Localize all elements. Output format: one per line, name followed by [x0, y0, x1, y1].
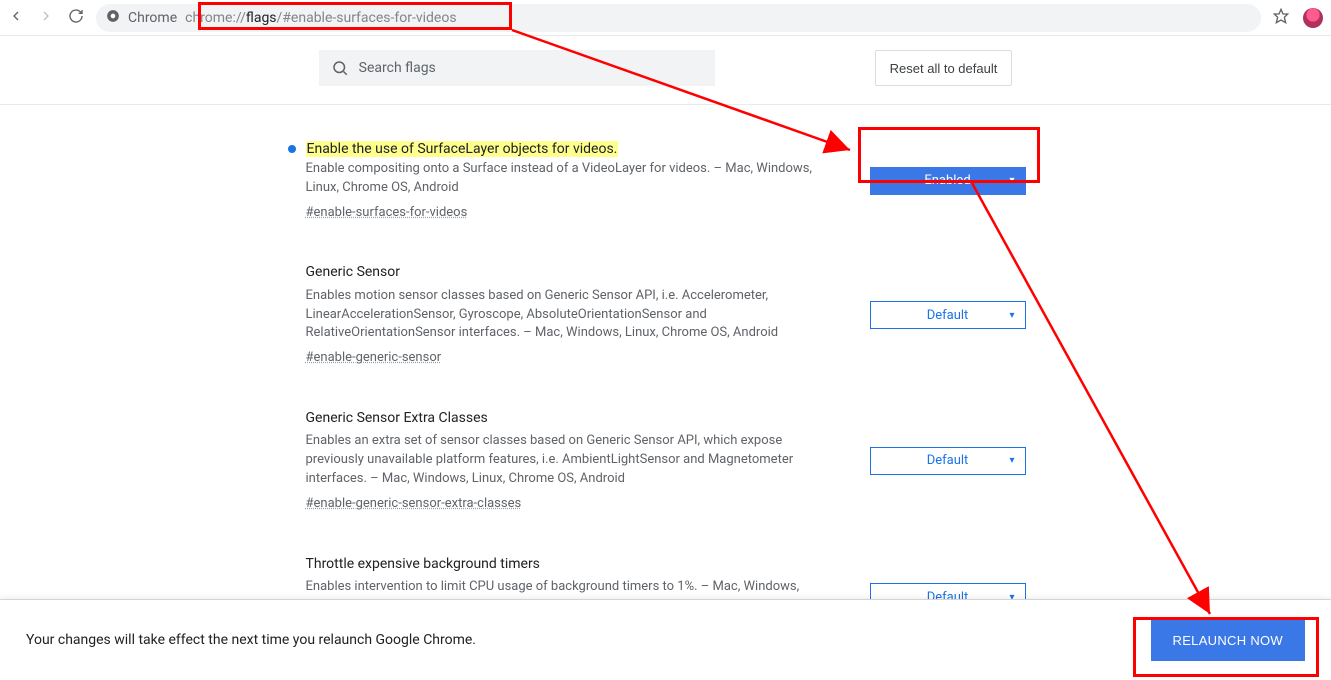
url-text: chrome://flags/#enable-surfaces-for-vide…	[185, 10, 456, 26]
footer-bar: Your changes will take effect the next t…	[0, 600, 1331, 680]
site-label: Chrome	[128, 10, 177, 26]
flag-select[interactable]: Enabled	[870, 167, 1026, 195]
flag-select[interactable]: Default	[870, 583, 1026, 600]
flag-select-wrap: Enabled	[870, 167, 1026, 195]
back-icon[interactable]	[8, 8, 24, 28]
forward-icon[interactable]	[38, 8, 54, 28]
flag-description: Enables motion sensor classes based on G…	[306, 287, 830, 344]
flag-item: Generic Sensor Enables motion sensor clas…	[306, 248, 1026, 394]
flag-text: Generic Sensor Extra Classes Enables an e…	[306, 408, 830, 514]
top-row: Search flags Reset all to default	[0, 36, 1331, 105]
site-icon	[106, 9, 120, 27]
right-icons	[1273, 8, 1323, 28]
flag-item: Enable the use of SurfaceLayer objects f…	[306, 125, 1026, 248]
nav-icons	[8, 8, 84, 28]
flag-select-wrap: Default	[870, 583, 1026, 600]
flag-title: Generic Sensor Extra Classes	[306, 408, 830, 428]
omnibox[interactable]: Chrome chrome://flags/#enable-surfaces-f…	[96, 4, 1261, 32]
modified-dot	[288, 145, 296, 153]
search-input[interactable]: Search flags	[319, 50, 715, 86]
flag-text: Throttle expensive background timers Enab…	[306, 554, 830, 600]
flag-item: Generic Sensor Extra Classes Enables an e…	[306, 394, 1026, 540]
search-placeholder: Search flags	[359, 60, 436, 76]
flag-title: Generic Sensor	[306, 262, 830, 282]
flag-select[interactable]: Default	[870, 447, 1026, 475]
flag-text: Enable the use of SurfaceLayer objects f…	[306, 139, 830, 222]
flag-item: Throttle expensive background timers Enab…	[306, 540, 1026, 600]
relaunch-button[interactable]: RELAUNCH NOW	[1151, 619, 1306, 661]
search-icon	[331, 59, 349, 77]
flag-description: Enables intervention to limit CPU usage …	[306, 578, 830, 600]
flag-anchor-link[interactable]: #enable-surfaces-for-videos	[306, 204, 468, 223]
flag-select-wrap: Default	[870, 301, 1026, 329]
flag-title: Enable the use of SurfaceLayer objects f…	[306, 139, 830, 160]
flag-select[interactable]: Default	[870, 301, 1026, 329]
avatar[interactable]	[1303, 8, 1323, 28]
flags-page: Search flags Reset all to default Enable…	[0, 36, 1331, 600]
flag-select-wrap: Default	[870, 447, 1026, 475]
flag-anchor-link[interactable]: #enable-generic-sensor-extra-classes	[306, 495, 522, 514]
reset-button[interactable]: Reset all to default	[875, 50, 1013, 86]
footer-message: Your changes will take effect the next t…	[26, 632, 476, 648]
flag-description: Enables an extra set of sensor classes b…	[306, 432, 830, 489]
flag-description: Enable compositing onto a Surface instea…	[306, 160, 830, 198]
flag-anchor-link[interactable]: #enable-generic-sensor	[306, 349, 442, 368]
flag-text: Generic Sensor Enables motion sensor clas…	[306, 262, 830, 368]
reload-icon[interactable]	[68, 8, 84, 28]
flag-title: Throttle expensive background timers	[306, 554, 830, 574]
star-icon[interactable]	[1273, 8, 1289, 28]
browser-toolbar: Chrome chrome://flags/#enable-surfaces-f…	[0, 0, 1331, 36]
flags-list: Enable the use of SurfaceLayer objects f…	[306, 105, 1026, 600]
